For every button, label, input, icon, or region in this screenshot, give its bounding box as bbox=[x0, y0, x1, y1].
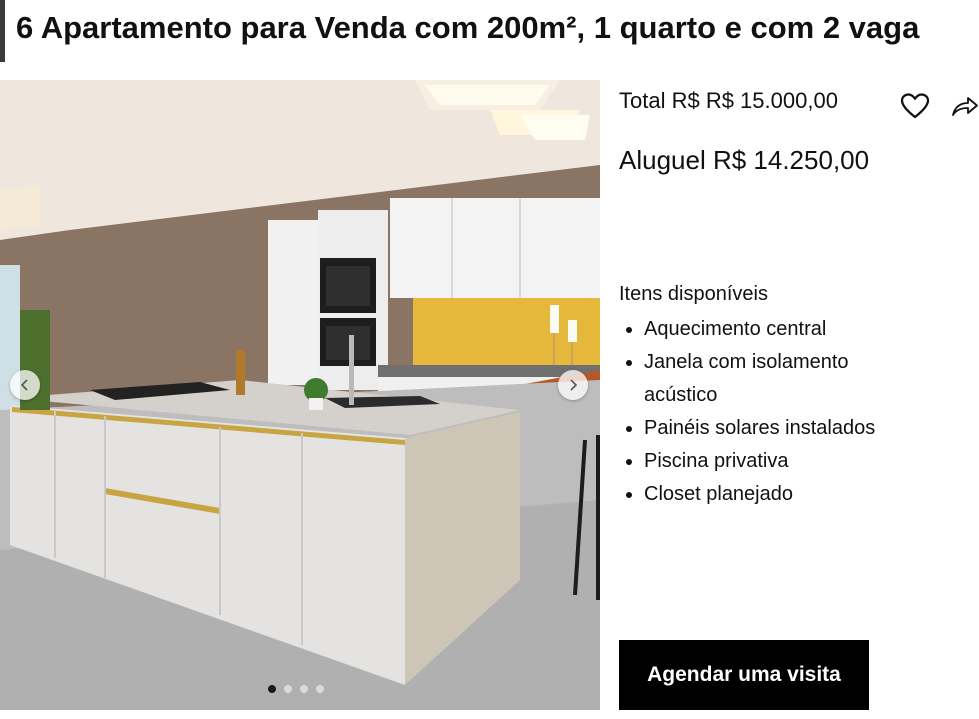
chevron-right-icon bbox=[570, 379, 578, 391]
list-item: Closet planejado bbox=[644, 478, 914, 511]
page-title: 6 Apartamento para Venda com 200m², 1 qu… bbox=[16, 10, 920, 45]
gallery-dot[interactable] bbox=[316, 685, 324, 693]
gallery-prev-button[interactable] bbox=[10, 370, 40, 400]
listing-info: Total R$ R$ 15.000,00 Aluguel R$ 14.250,… bbox=[619, 80, 979, 719]
features-title: Itens disponíveis bbox=[619, 283, 768, 305]
title-bar: 6 Apartamento para Venda com 200m², 1 qu… bbox=[0, 0, 979, 62]
photo-gallery[interactable] bbox=[0, 80, 600, 710]
rent-price: Aluguel R$ 14.250,00 bbox=[619, 145, 870, 175]
gallery-dot[interactable] bbox=[300, 685, 308, 693]
share-button[interactable] bbox=[949, 90, 979, 122]
gallery-next-button[interactable] bbox=[558, 370, 588, 400]
kitchen-photo bbox=[0, 80, 600, 710]
features-list: Aquecimento central Janela com isolament… bbox=[619, 313, 914, 511]
gallery-dot[interactable] bbox=[284, 685, 292, 693]
gallery-pagination bbox=[268, 685, 324, 693]
gallery-dot[interactable] bbox=[268, 685, 276, 693]
share-icon bbox=[952, 97, 978, 116]
chevron-left-icon bbox=[20, 379, 28, 391]
list-item: Aquecimento central bbox=[644, 313, 914, 346]
list-item: Janela com isolamento acústico bbox=[644, 346, 914, 412]
heart-icon bbox=[900, 93, 930, 119]
schedule-visit-button[interactable]: Agendar uma visita bbox=[619, 640, 869, 710]
favorite-button[interactable] bbox=[899, 90, 931, 122]
total-price: Total R$ R$ 15.000,00 bbox=[619, 88, 838, 113]
property-listing-page: 6 Apartamento para Venda com 200m², 1 qu… bbox=[0, 0, 979, 719]
list-item: Painéis solares instalados bbox=[644, 412, 914, 445]
list-item: Piscina privativa bbox=[644, 445, 914, 478]
